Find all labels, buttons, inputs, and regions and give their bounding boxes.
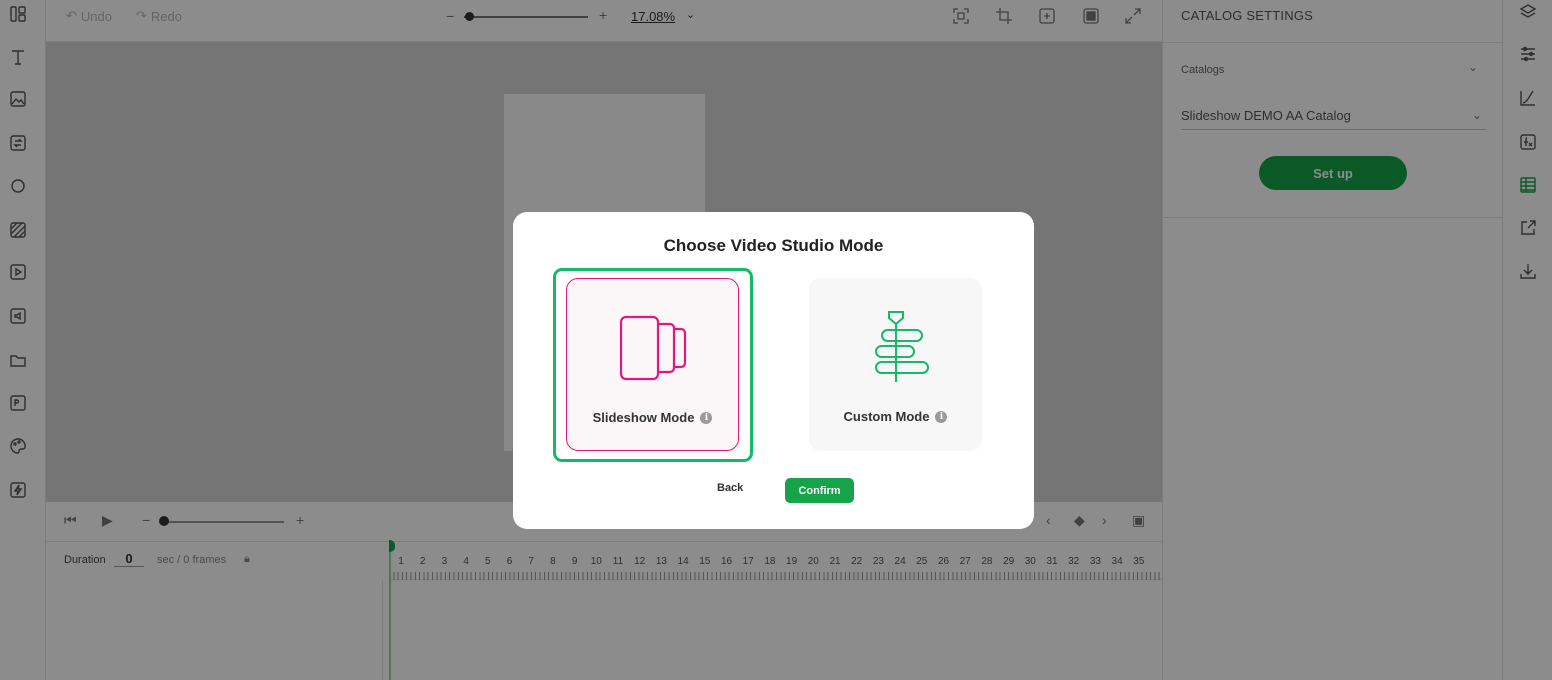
- dialog-title: Choose Video Studio Mode: [663, 236, 884, 255]
- info-icon[interactable]: i: [935, 410, 948, 423]
- custom-mode-icon: [874, 311, 929, 382]
- custom-mode-card[interactable]: Custom Mode i: [809, 278, 982, 451]
- back-button[interactable]: Back: [717, 482, 743, 494]
- confirm-button[interactable]: Confirm: [785, 478, 854, 503]
- slideshow-mode-icon: [619, 315, 686, 381]
- slideshow-mode-label: Slideshow Mode i: [567, 410, 738, 425]
- slideshow-mode-text: Slideshow Mode: [592, 410, 695, 425]
- custom-mode-text: Custom Mode: [843, 409, 930, 424]
- info-icon[interactable]: i: [700, 411, 713, 424]
- custom-mode-label: Custom Mode i: [809, 409, 982, 424]
- slideshow-mode-card[interactable]: Slideshow Mode i: [566, 278, 739, 451]
- choose-mode-dialog: Choose Video Studio Mode Slideshow Mode …: [513, 212, 1034, 529]
